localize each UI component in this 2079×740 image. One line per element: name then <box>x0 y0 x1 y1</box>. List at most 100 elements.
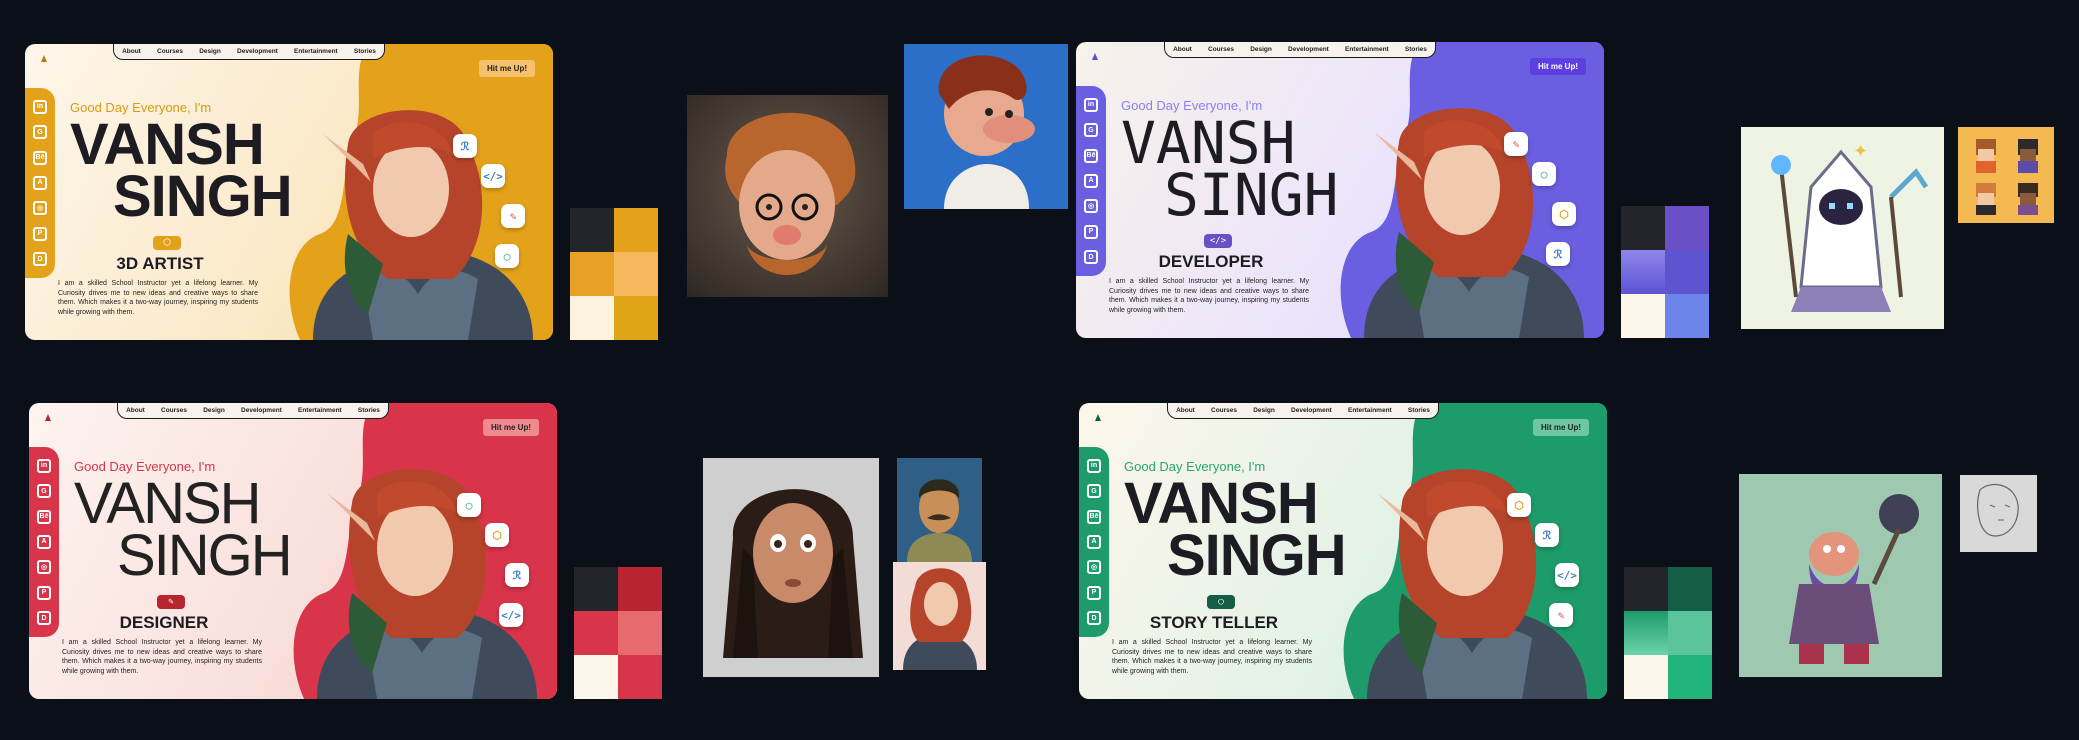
nav-stories[interactable]: Stories <box>1408 407 1430 414</box>
last-name: SINGH <box>1167 523 1347 588</box>
artstation-icon[interactable]: A <box>37 534 51 549</box>
dwarf-warrior-artwork <box>1739 474 1942 677</box>
nav-design[interactable]: Design <box>203 407 225 414</box>
nav-entertainment[interactable]: Entertainment <box>298 407 342 414</box>
pencil-sketch-artwork <box>1960 475 2037 552</box>
linkedin-icon[interactable]: in <box>1087 458 1101 473</box>
top-nav: About Courses Design Development Entertainme… <box>117 403 389 419</box>
linkedin-icon[interactable]: in <box>37 458 51 473</box>
caricature-glasses-artwork <box>687 95 888 297</box>
artstation-icon[interactable]: A <box>1084 173 1098 188</box>
swatch <box>614 252 658 296</box>
chat-icon: ◯ <box>1207 595 1235 609</box>
nav-development[interactable]: Development <box>1288 46 1329 53</box>
artstation-icon[interactable]: A <box>1087 534 1101 549</box>
nav-about[interactable]: About <box>122 48 141 55</box>
blender-icon[interactable]: ℛ <box>505 563 529 587</box>
swatch <box>618 655 662 699</box>
last-name: SINGH <box>117 523 293 588</box>
swatch <box>1668 611 1712 655</box>
nav-design[interactable]: Design <box>1253 407 1275 414</box>
nav-design[interactable]: Design <box>1250 46 1272 53</box>
swatch <box>1621 206 1665 250</box>
pixel-wizard-artwork: ✦ <box>1741 127 1944 329</box>
nav-design[interactable]: Design <box>199 48 221 55</box>
github-icon[interactable]: G <box>1084 123 1098 138</box>
logo-icon[interactable] <box>43 413 53 423</box>
swatch <box>1665 250 1709 294</box>
linkedin-icon[interactable]: in <box>33 99 47 114</box>
nav-about[interactable]: About <box>1173 46 1192 53</box>
cube-icon[interactable]: ⬡ <box>1507 493 1531 517</box>
swatch <box>618 567 662 611</box>
pinterest-icon[interactable]: P <box>33 226 47 241</box>
nav-about[interactable]: About <box>126 407 145 414</box>
hit-me-up-button[interactable]: Hit me Up! <box>1533 419 1589 436</box>
swatch <box>570 252 614 296</box>
color-palette-2 <box>1621 206 1709 338</box>
pen-icon[interactable]: ✎ <box>1549 603 1573 627</box>
nav-courses[interactable]: Courses <box>1211 407 1237 414</box>
pinterest-icon[interactable]: P <box>37 585 51 600</box>
instagram-icon[interactable]: ◎ <box>37 560 51 575</box>
behance-icon[interactable]: Bē <box>1084 148 1098 163</box>
nav-courses[interactable]: Courses <box>1208 46 1234 53</box>
role-title: STORY TELLER <box>1149 613 1279 632</box>
behance-icon[interactable]: Bē <box>37 509 51 524</box>
swatch <box>570 296 614 340</box>
github-icon[interactable]: G <box>33 125 47 140</box>
logo-icon[interactable] <box>1093 413 1103 423</box>
behance-icon[interactable]: Bē <box>1087 509 1101 524</box>
code-icon[interactable]: </> <box>499 603 523 627</box>
hit-me-up-button[interactable]: Hit me Up! <box>1530 58 1586 75</box>
chat-icon[interactable]: ◯ <box>1532 162 1556 186</box>
instagram-icon[interactable]: ◎ <box>33 201 47 216</box>
hit-me-up-button[interactable]: Hit me Up! <box>483 419 539 436</box>
nav-development[interactable]: Development <box>237 48 278 55</box>
github-icon[interactable]: G <box>1087 484 1101 499</box>
nav-entertainment[interactable]: Entertainment <box>1345 46 1389 53</box>
swatch <box>574 611 618 655</box>
pen-icon[interactable]: ✎ <box>501 204 525 228</box>
artstation-icon[interactable]: A <box>33 175 47 190</box>
swatch <box>1624 567 1668 611</box>
nav-development[interactable]: Development <box>1291 407 1332 414</box>
hit-me-up-button[interactable]: Hit me Up! <box>479 60 535 77</box>
pen-icon[interactable]: ✎ <box>1504 132 1528 156</box>
nav-courses[interactable]: Courses <box>161 407 187 414</box>
code-icon: </> <box>1204 234 1232 248</box>
pinterest-icon[interactable]: P <box>1087 585 1101 600</box>
chef-character-artwork <box>904 44 1068 209</box>
cube-icon: ⬡ <box>153 236 181 250</box>
cube-icon[interactable]: ⬡ <box>1552 202 1576 226</box>
portfolio-card-story-teller: About Courses Design Development Entertainme… <box>1079 403 1607 699</box>
instagram-icon[interactable]: ◎ <box>1084 199 1098 214</box>
pen-icon: ✎ <box>157 595 185 609</box>
code-icon[interactable]: </> <box>481 164 505 188</box>
blender-icon[interactable]: ℛ <box>453 134 477 158</box>
nav-courses[interactable]: Courses <box>157 48 183 55</box>
swatch <box>1621 294 1665 338</box>
chat-icon[interactable]: ◯ <box>457 493 481 517</box>
nav-entertainment[interactable]: Entertainment <box>294 48 338 55</box>
cube-icon[interactable]: ⬡ <box>485 523 509 547</box>
blender-icon[interactable]: ℛ <box>1535 523 1559 547</box>
code-icon[interactable]: </> <box>1555 563 1579 587</box>
github-icon[interactable]: G <box>37 484 51 499</box>
pinterest-icon[interactable]: P <box>1084 224 1098 239</box>
nav-development[interactable]: Development <box>241 407 282 414</box>
nav-entertainment[interactable]: Entertainment <box>1348 407 1392 414</box>
swatch <box>618 611 662 655</box>
swatch <box>574 567 618 611</box>
nav-stories[interactable]: Stories <box>358 407 380 414</box>
nav-about[interactable]: About <box>1176 407 1195 414</box>
chat-icon[interactable]: ◯ <box>495 244 519 268</box>
behance-icon[interactable]: Bē <box>33 150 47 165</box>
linkedin-icon[interactable]: in <box>1084 97 1098 112</box>
logo-icon[interactable] <box>1090 52 1100 62</box>
logo-icon[interactable] <box>39 54 49 64</box>
blender-icon[interactable]: ℛ <box>1546 242 1570 266</box>
nav-stories[interactable]: Stories <box>354 48 376 55</box>
nav-stories[interactable]: Stories <box>1405 46 1427 53</box>
instagram-icon[interactable]: ◎ <box>1087 560 1101 575</box>
